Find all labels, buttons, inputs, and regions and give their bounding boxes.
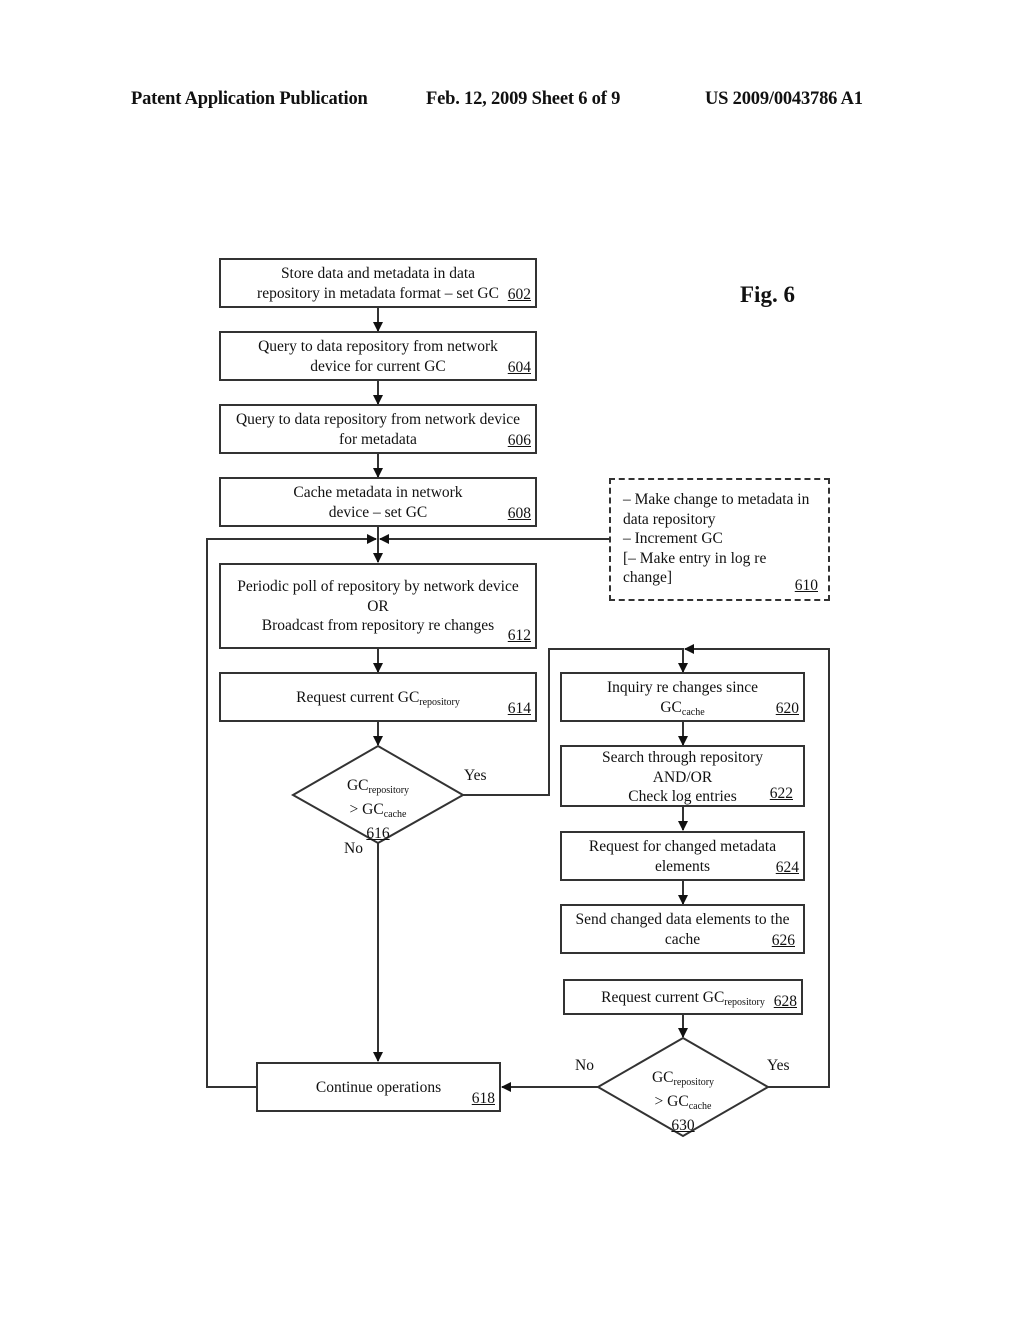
step-612-box: Periodic poll of repository by network d… [219, 563, 537, 649]
step-626-box: Send changed data elements to the cache … [560, 904, 805, 954]
step-624-text: Request for changed metadata elements [588, 838, 777, 875]
step-612-ref: 612 [507, 626, 531, 644]
step-602-box: Store data and metadata in data reposito… [219, 258, 537, 308]
step-626-text: Send changed data elements to the cache [575, 911, 790, 948]
step-618-box: Continue operations 618 [256, 1062, 501, 1112]
decision-630-sub2: cache [688, 1101, 712, 1112]
step-606-text: Query to data repository from network de… [235, 411, 521, 448]
step-614-subscript: repository [419, 697, 460, 708]
step-620-gc: GC [660, 698, 682, 716]
decision-616: GCrepository > GCcache 616 [318, 776, 438, 843]
step-618-text: Continue operations [315, 1079, 442, 1096]
decision-630-cmp: > GC [654, 1093, 689, 1110]
step-628-subscript: repository [724, 997, 765, 1008]
step-628-ref: 628 [773, 992, 797, 1010]
step-622-ref: 622 [769, 784, 793, 802]
decision-616-sub1: repository [368, 785, 410, 796]
decision-630: GCrepository > GCcache 630 [623, 1068, 743, 1135]
decision-630-sub1: repository [673, 1077, 715, 1088]
decision-616-no-label: No [344, 840, 363, 857]
decision-630-no-label: No [575, 1057, 594, 1074]
decision-616-ref: 616 [366, 825, 390, 842]
step-608-ref: 608 [507, 504, 531, 522]
step-624-box: Request for changed metadata elements 62… [560, 831, 805, 881]
flowchart-connectors [206, 308, 830, 1138]
step-602-ref: 602 [507, 285, 531, 303]
step-604-text: Query to data repository from network de… [258, 338, 498, 375]
step-626-ref: 626 [771, 931, 795, 949]
step-622-box: Search through repository AND/OR Check l… [560, 745, 805, 807]
decision-616-cmp: > GC [349, 801, 384, 818]
step-614-box: Request current GCrepository 614 [219, 672, 537, 722]
step-608-box: Cache metadata in network device – set G… [219, 477, 537, 527]
step-604-ref: 604 [507, 358, 531, 376]
step-624-ref: 624 [775, 858, 799, 876]
step-606-ref: 606 [507, 431, 531, 449]
step-604-box: Query to data repository from network de… [219, 331, 537, 381]
step-628-box: Request current GCrepository 628 [563, 979, 803, 1015]
step-602-text: Store data and metadata in data reposito… [257, 265, 499, 302]
step-606-box: Query to data repository from network de… [219, 404, 537, 454]
decision-630-ref: 630 [671, 1117, 695, 1134]
step-620-subscript: cache [681, 706, 705, 718]
step-620-box: Inquiry re changes since GCcache 620 [560, 672, 805, 722]
step-622-text: Search through repository AND/OR Check l… [602, 749, 763, 805]
step-628-text: Request current GC [601, 989, 725, 1006]
step-620-ref: 620 [775, 699, 799, 717]
step-618-ref: 618 [471, 1089, 495, 1107]
step-614-ref: 614 [507, 699, 531, 717]
step-610-ref: 610 [794, 576, 818, 594]
step-610-text: – Make change to metadata in data reposi… [623, 491, 810, 586]
decision-630-gc: GC [651, 1069, 674, 1086]
decision-630-yes-label: Yes [767, 1057, 790, 1074]
step-620-text: Inquiry re changes since [606, 679, 759, 696]
step-608-text: Cache metadata in network device – set G… [293, 484, 463, 521]
decision-616-gc: GC [346, 777, 369, 794]
step-610-box: – Make change to metadata in data reposi… [609, 478, 830, 601]
decision-616-yes-label: Yes [464, 767, 487, 784]
step-614-text: Request current GC [296, 689, 420, 706]
step-612-text: Periodic poll of repository by network d… [237, 578, 519, 634]
decision-616-sub2: cache [383, 809, 407, 820]
